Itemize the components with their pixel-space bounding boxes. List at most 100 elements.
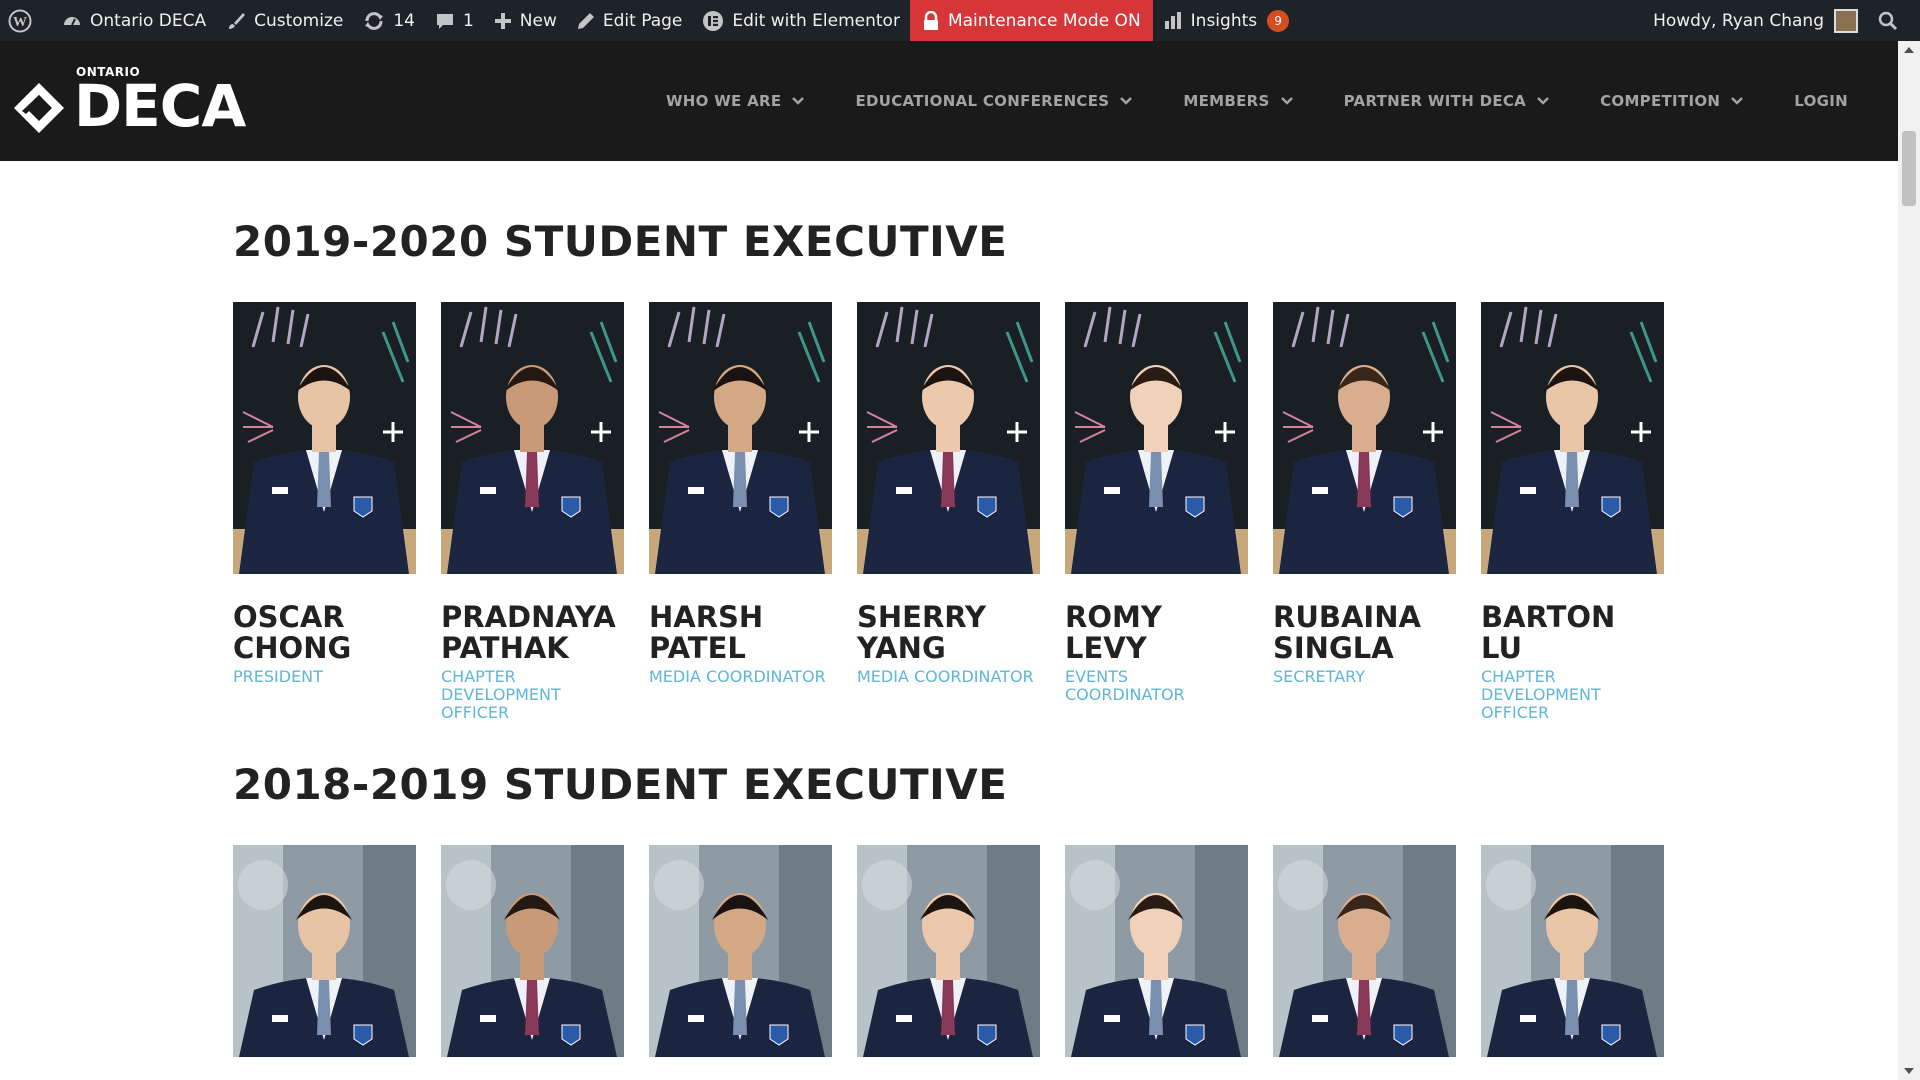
maintenance-label: Maintenance Mode ON	[947, 10, 1141, 31]
customize-label: Customize	[254, 10, 344, 31]
member-name: RUBAINA SINGLA	[1273, 600, 1421, 665]
member-card	[857, 845, 1040, 1057]
member-photo	[857, 302, 1040, 574]
avatar	[1834, 8, 1858, 33]
member-photo	[233, 845, 416, 1057]
site-logo[interactable]: ONTARIO DECA	[12, 65, 246, 135]
portrait-image	[233, 845, 416, 1057]
search-button[interactable]	[1868, 0, 1920, 41]
svg-text:W: W	[13, 15, 27, 30]
nav-competition[interactable]: COMPETITION	[1600, 92, 1744, 110]
member-photo	[1273, 302, 1456, 574]
dashboard-icon	[64, 16, 80, 25]
member-role: PRESIDENT	[233, 667, 323, 686]
maintenance-mode-button[interactable]: Maintenance Mode ON	[909, 0, 1153, 41]
member-photo	[1273, 845, 1456, 1057]
member-name: PRADNAYA PATHAK	[441, 600, 616, 665]
edit-page-label: Edit Page	[602, 10, 683, 31]
chevron-down-icon	[1537, 97, 1549, 105]
main-navigation: WHO WE ARE EDUCATIONAL CONFERENCES MEMBE…	[616, 41, 1848, 161]
portrait-image	[649, 302, 832, 574]
portrait-image	[1481, 302, 1664, 574]
member-grid	[233, 845, 1693, 1057]
member-photo	[233, 302, 416, 574]
chevron-down-icon	[792, 97, 805, 105]
member-role: CHAPTER DEVELOPMENT OFFICER	[441, 667, 561, 722]
member-name: SHERRY YANG	[857, 600, 987, 665]
member-name: ROMY LEVY	[1065, 600, 1162, 665]
wp-admin-bar: W Ontario DECA Customize 14 1 New Edit P…	[0, 0, 1920, 41]
nav-label: LOGIN	[1794, 92, 1848, 110]
member-card: RUBAINA SINGLA SECRETARY	[1273, 302, 1456, 722]
updates-count: 14	[393, 10, 415, 31]
updates-icon	[365, 11, 384, 30]
member-role: MEDIA COORDINATOR	[649, 667, 826, 686]
portrait-image	[233, 302, 416, 574]
member-card: SHERRY YANG MEDIA COORDINATOR	[857, 302, 1040, 722]
plus-icon	[494, 12, 511, 29]
chevron-down-icon	[1280, 97, 1293, 105]
elementor-icon	[703, 10, 724, 31]
member-card	[233, 845, 416, 1057]
nav-who-we-are[interactable]: WHO WE ARE	[666, 92, 806, 110]
new-label: New	[519, 10, 557, 31]
nav-partner-with-deca[interactable]: PARTNER WITH DECA	[1344, 92, 1550, 110]
portrait-image	[1065, 845, 1248, 1057]
account-menu[interactable]: Howdy, Ryan Chang	[1643, 0, 1868, 41]
customize-button[interactable]: Customize	[216, 0, 353, 41]
member-photo	[649, 302, 832, 574]
member-card: BARTON LU CHAPTER DEVELOPMENT OFFICER	[1481, 302, 1664, 722]
portrait-image	[441, 302, 624, 574]
member-role: EVENTS COORDINATOR	[1065, 667, 1185, 704]
insights-badge: 9	[1267, 9, 1290, 32]
member-role: MEDIA COORDINATOR	[857, 667, 1034, 686]
member-photo	[1481, 302, 1664, 574]
insights-button[interactable]: Insights 9	[1153, 0, 1299, 41]
member-grid: OSCAR CHONG PRESIDENT PRADNAYA PATHAK CH…	[233, 302, 1693, 722]
brush-icon	[229, 12, 246, 29]
nav-label: MEMBERS	[1183, 92, 1270, 110]
nav-label: PARTNER WITH DECA	[1343, 92, 1527, 110]
member-card	[1273, 845, 1456, 1057]
lock-icon	[923, 10, 938, 30]
elementor-button[interactable]: Edit with Elementor	[692, 0, 910, 41]
member-photo	[1065, 845, 1248, 1057]
nav-label: COMPETITION	[1600, 92, 1721, 110]
portrait-image	[857, 845, 1040, 1057]
wordpress-logo-button[interactable]: W	[0, 0, 52, 41]
site-header: ONTARIO DECA WHO WE ARE EDUCATIONAL CONF…	[0, 41, 1898, 161]
member-name: OSCAR CHONG	[233, 600, 352, 665]
nav-login[interactable]: LOGIN	[1794, 92, 1848, 110]
new-content-button[interactable]: New	[484, 0, 567, 41]
chevron-down-icon	[1120, 97, 1133, 105]
member-photo	[649, 845, 832, 1057]
scrollbar-thumb[interactable]	[1902, 131, 1916, 206]
chevron-down-icon	[1731, 97, 1744, 105]
member-photo	[441, 845, 624, 1057]
member-card	[1065, 845, 1248, 1057]
page-scrollbar[interactable]	[1898, 41, 1920, 1080]
wordpress-icon: W	[8, 9, 32, 32]
exec-section-2019-2020: 2019-2020 STUDENT EXECUTIVE OSCAR CHONG …	[233, 216, 1693, 722]
member-card: PRADNAYA PATHAK CHAPTER DEVELOPMENT OFFI…	[441, 302, 624, 722]
member-photo	[1481, 845, 1664, 1057]
nav-members[interactable]: MEMBERS	[1183, 92, 1293, 110]
updates-button[interactable]: 14	[353, 0, 425, 41]
elementor-label: Edit with Elementor	[732, 10, 900, 31]
portrait-image	[649, 845, 832, 1057]
nav-label: EDUCATIONAL CONFERENCES	[855, 92, 1110, 110]
scroll-down-arrow[interactable]	[1904, 1068, 1914, 1074]
portrait-image	[1273, 302, 1456, 574]
deca-diamond-icon	[14, 83, 64, 133]
section-title: 2018-2019 STUDENT EXECUTIVE	[233, 760, 1008, 809]
portrait-image	[441, 845, 624, 1057]
member-card	[649, 845, 832, 1057]
edit-page-button[interactable]: Edit Page	[567, 0, 692, 41]
pencil-icon	[577, 12, 594, 29]
portrait-image	[1065, 302, 1248, 574]
comments-button[interactable]: 1	[425, 0, 484, 41]
scroll-up-arrow[interactable]	[1904, 47, 1914, 53]
member-name: HARSH PATEL	[649, 600, 764, 665]
nav-educational-conferences[interactable]: EDUCATIONAL CONFERENCES	[855, 92, 1133, 110]
site-name-menu[interactable]: Ontario DECA	[52, 0, 216, 41]
